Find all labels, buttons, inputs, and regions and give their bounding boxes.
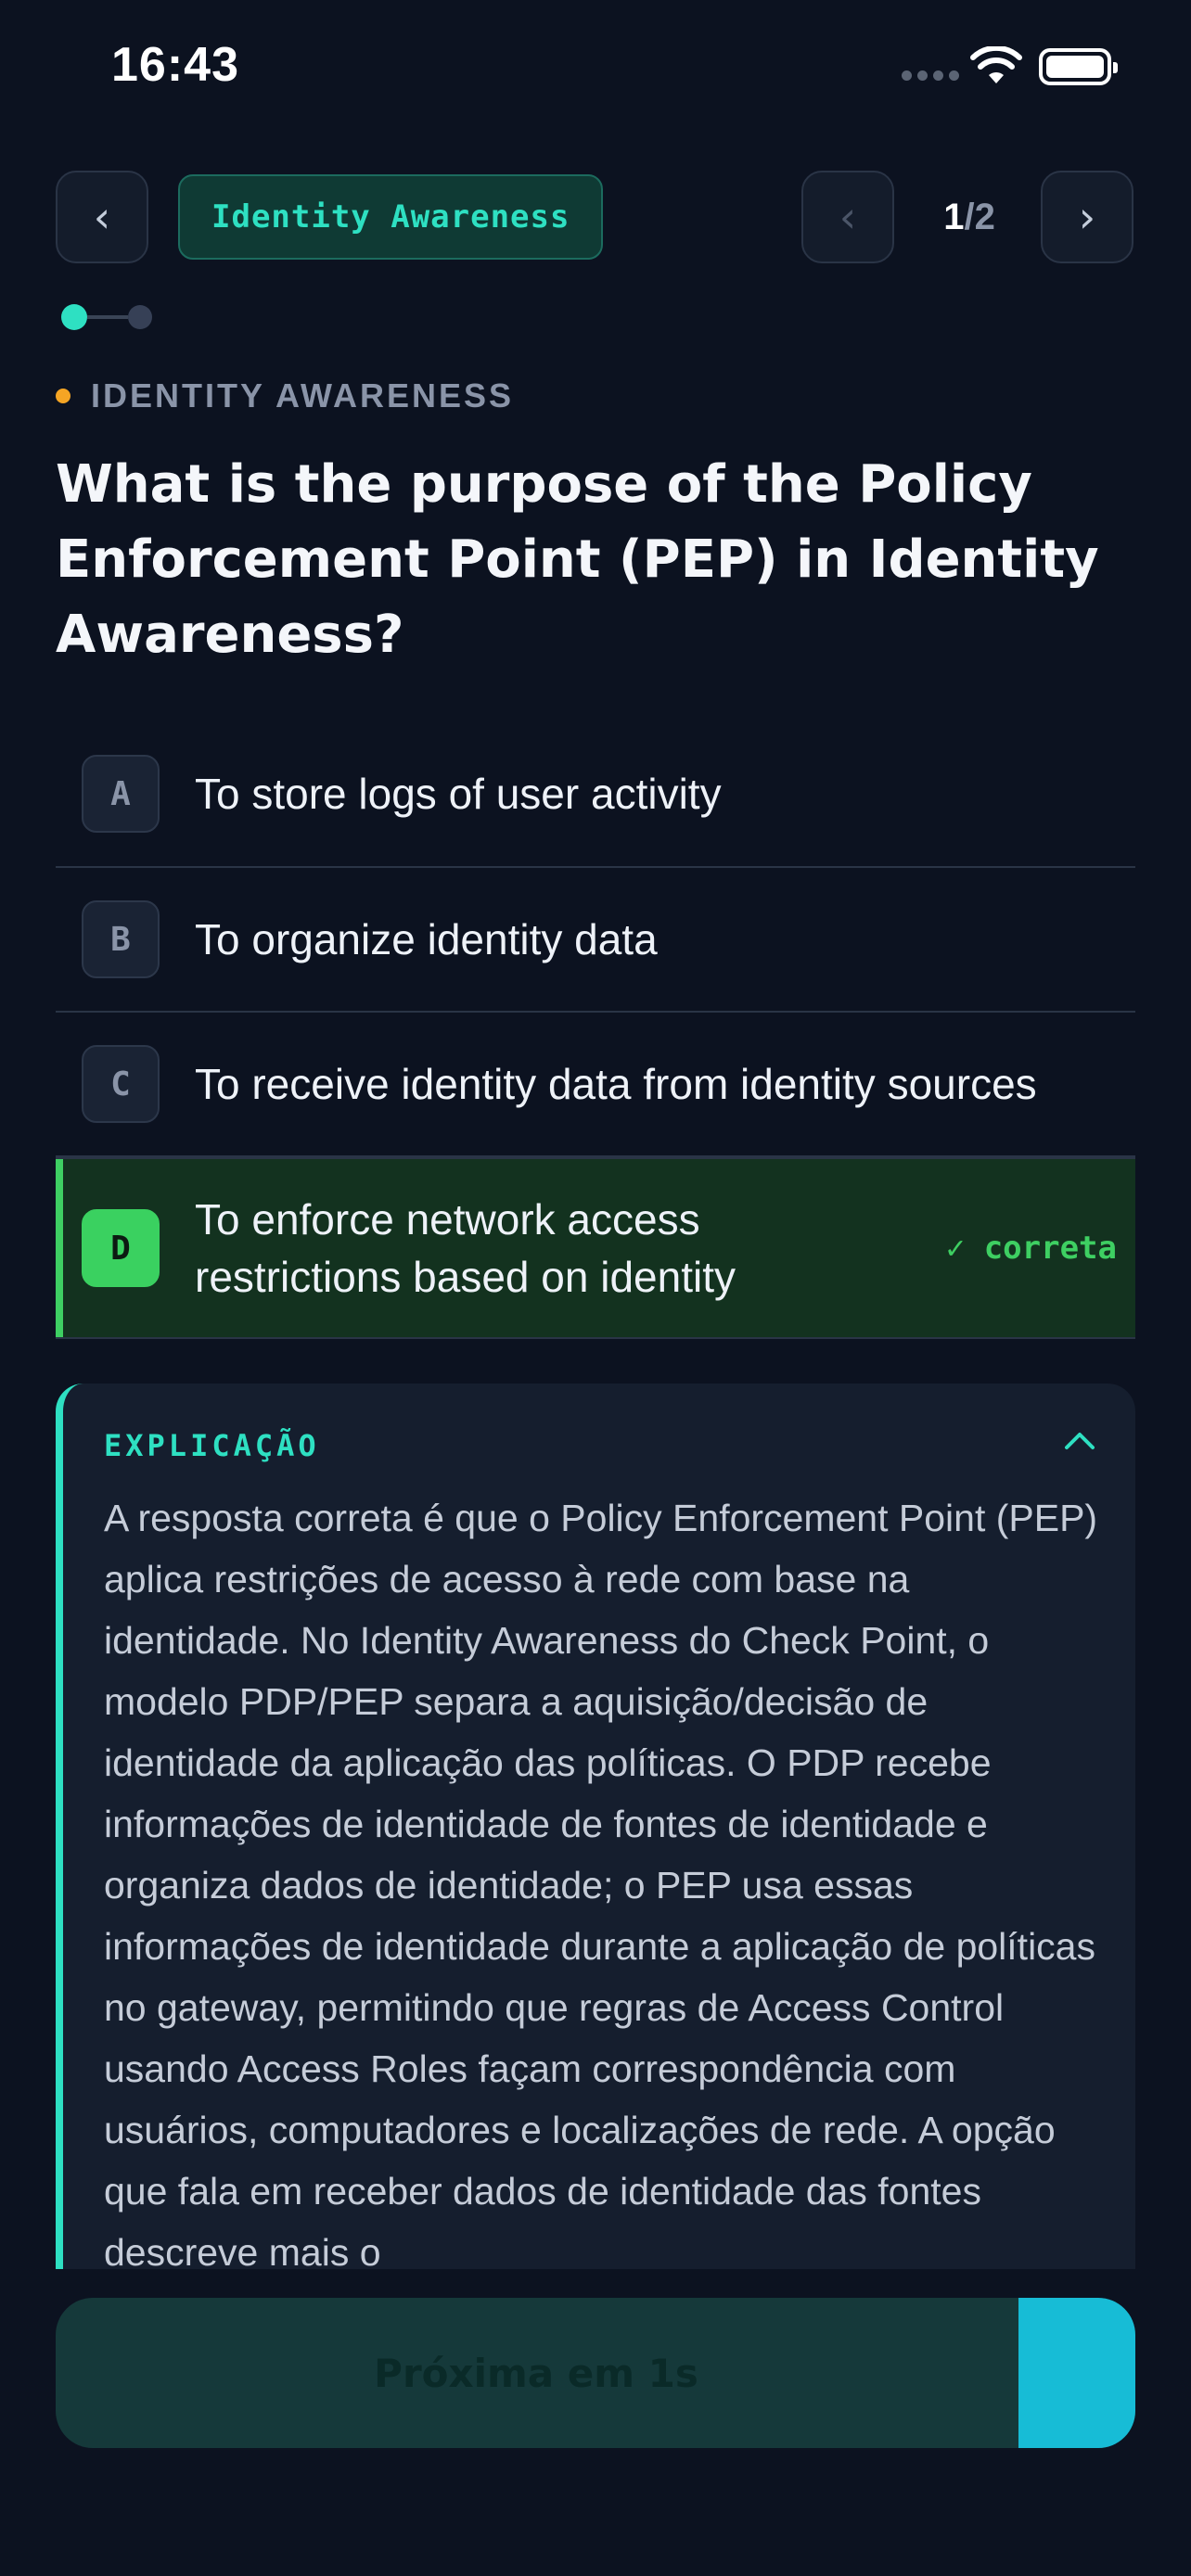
chevron-up-icon[interactable] [1061,1422,1098,1460]
page-current: 1 [943,196,965,237]
option-text: To organize identity data [195,915,658,963]
previous-question-button[interactable]: ‹ [801,171,894,263]
category-dot-icon [56,389,70,403]
option-letter-badge: B [82,900,160,978]
correct-badge: ✓ correta [945,1230,1117,1267]
question-text: What is the purpose of the Policy Enforc… [56,454,1099,665]
next-question-button[interactable]: › [1041,171,1133,263]
option-c[interactable]: C To receive identity data from identity… [56,1013,1135,1157]
wifi-icon [970,46,1022,83]
category-label: IDENTITY AWARENESS [91,376,515,414]
page-total: 2 [974,196,995,237]
countdown-progress-fill [1018,2298,1135,2448]
quiz-screen: 16:43 ‹ Identity Awareness ‹ 1/2 › IDENT… [0,0,1191,2576]
explanation-title: EXPLICAÇÃO [104,1428,320,1463]
chevron-left-icon: ‹ [93,192,111,242]
category-chip[interactable]: Identity Awareness [178,174,604,260]
option-text: To receive identity data from identity s… [195,1060,1037,1108]
option-a[interactable]: A To store logs of user activity [56,721,1135,868]
chevron-right-icon: › [1078,192,1096,242]
page-separator: / [964,196,975,237]
option-text: To store logs of user activity [195,770,722,818]
option-letter-badge: A [82,755,160,833]
progress-dot-next [128,305,152,329]
progress-indicator [61,304,152,330]
chevron-left-icon: ‹ [839,192,857,242]
next-button-label: Próxima em 1s [374,2350,698,2396]
cellular-signal-icon [902,70,959,81]
option-letter-badge: C [82,1045,160,1123]
back-button[interactable]: ‹ [56,171,148,263]
explanation-panel: EXPLICAÇÃO A resposta correta é que o Po… [56,1384,1135,2269]
progress-dot-current [61,304,87,330]
option-text: To enforce network access restrictions b… [195,1195,736,1301]
progress-connector [87,315,128,319]
battery-icon [1039,48,1118,85]
option-d-correct[interactable]: D To enforce network access restrictions… [56,1157,1135,1339]
option-b[interactable]: B To organize identity data [56,868,1135,1013]
option-letter-badge: D [82,1209,160,1287]
status-time: 16:43 [111,38,239,92]
page-counter: 1/2 [909,191,1030,243]
correct-accent-bar [56,1159,63,1337]
explanation-text: A resposta correta é que o Policy Enforc… [104,1497,1098,2269]
next-button[interactable]: Próxima em 1s [56,2298,1135,2448]
question-category: IDENTITY AWARENESS [56,376,514,415]
